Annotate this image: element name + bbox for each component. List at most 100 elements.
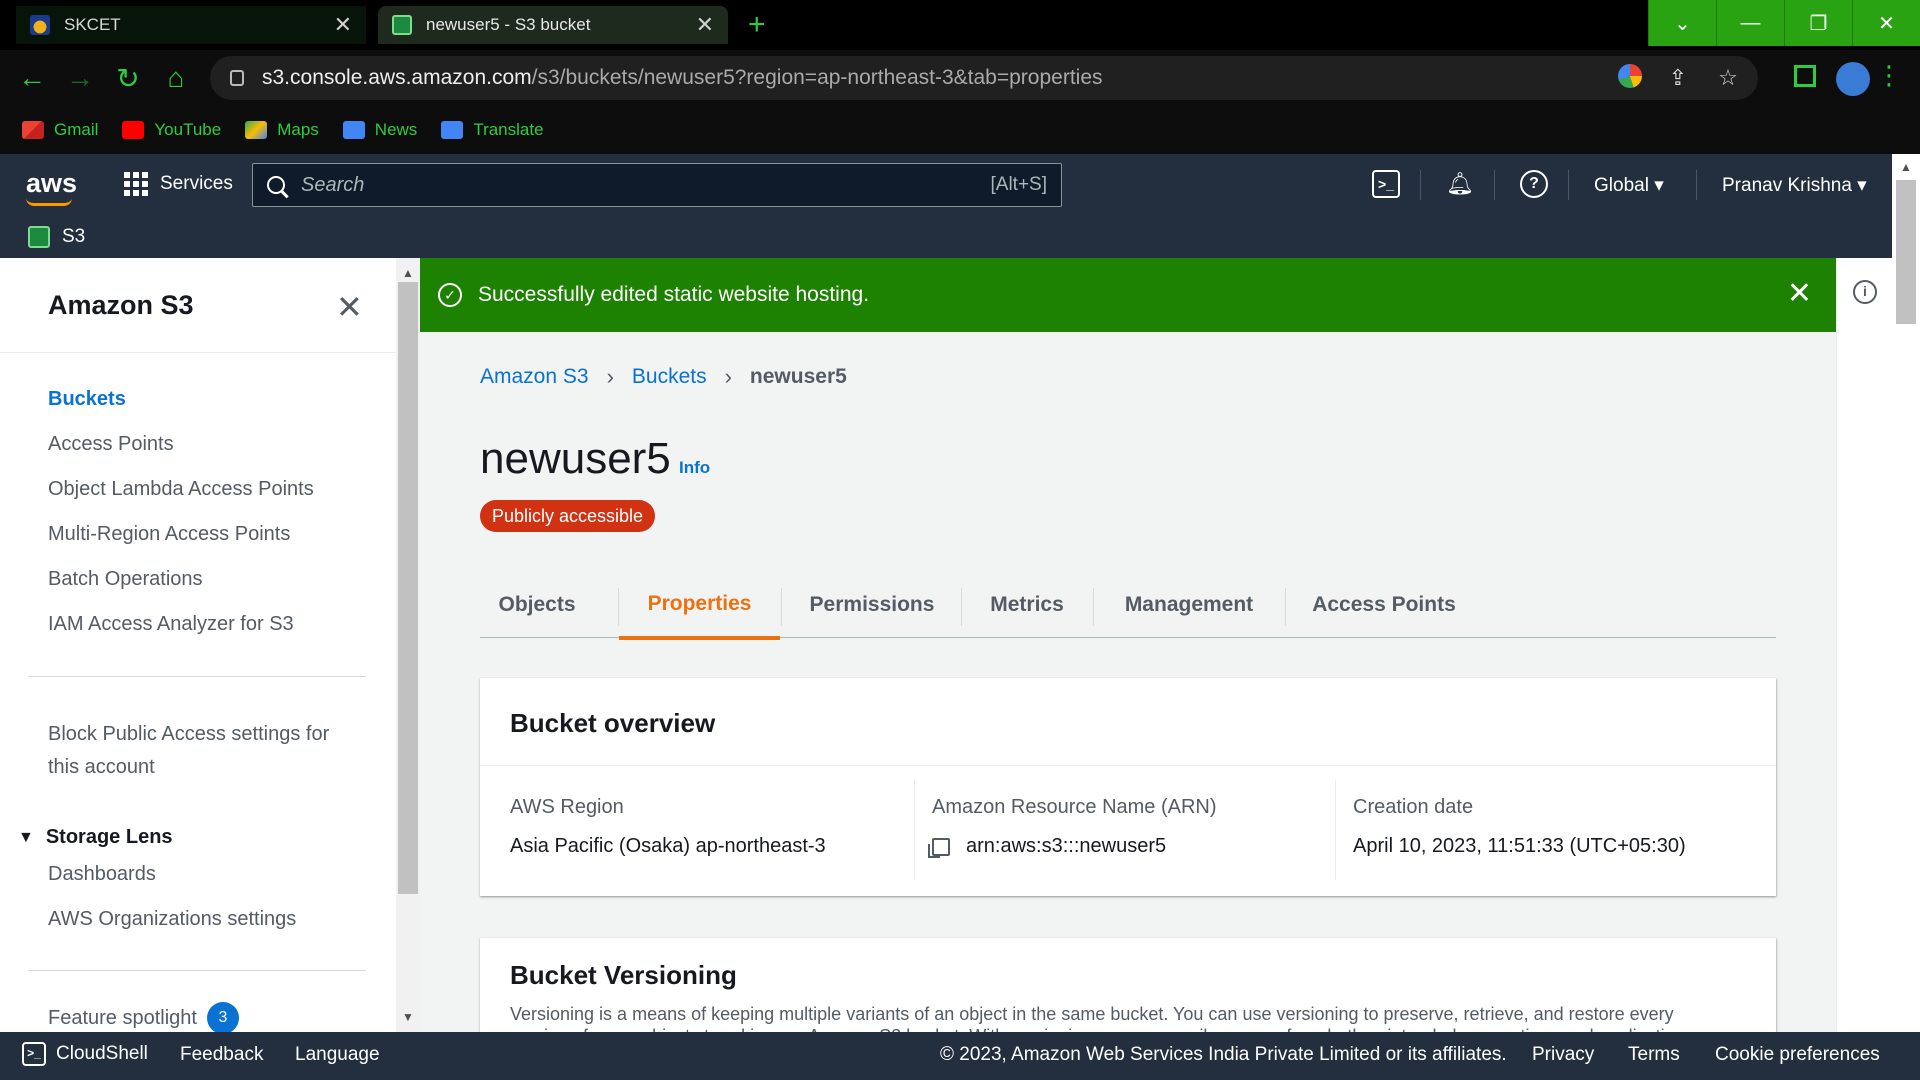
close-tab-icon[interactable]: ✕ bbox=[334, 12, 352, 38]
bookmark-star-icon[interactable]: ☆ bbox=[1714, 64, 1742, 92]
scroll-down-arrow-icon[interactable]: ▼ bbox=[402, 1010, 414, 1024]
browser-tab-s3[interactable]: newuser5 - S3 bucket ✕ bbox=[378, 6, 728, 44]
search-input[interactable] bbox=[301, 173, 991, 197]
feedback-link[interactable]: Feedback bbox=[180, 1044, 263, 1066]
sidebar-item-dashboards[interactable]: Dashboards bbox=[48, 863, 156, 886]
side-panel-icon[interactable] bbox=[1794, 65, 1816, 87]
bucket-tabs: Objects Properties Permissions Metrics M… bbox=[480, 572, 1776, 640]
browser-tab-skcet[interactable]: SKCET ✕ bbox=[16, 6, 366, 44]
storage-lens-section-toggle[interactable]: ▼ Storage Lens bbox=[18, 826, 173, 849]
browser-menu-icon[interactable]: ⋮ bbox=[1876, 60, 1902, 91]
close-window-icon[interactable]: ✕ bbox=[1852, 0, 1920, 46]
language-link[interactable]: Language bbox=[295, 1044, 380, 1066]
copy-icon[interactable] bbox=[928, 837, 950, 858]
sidebar-item-block-public-access[interactable]: Block Public Access settings for this acc… bbox=[48, 718, 329, 784]
header-divider bbox=[1568, 170, 1569, 200]
close-icon[interactable]: ✕ bbox=[336, 288, 363, 326]
restore-icon[interactable]: ❐ bbox=[1784, 0, 1852, 46]
services-label: Services bbox=[160, 173, 233, 194]
bucket-versioning-panel: Bucket Versioning Versioning is a means … bbox=[480, 938, 1776, 1032]
arn-value: arn:aws:s3:::newuser5 bbox=[966, 835, 1167, 857]
region-value: Asia Pacific (Osaka) ap-northeast-3 bbox=[510, 835, 826, 857]
tab-metrics[interactable]: Metrics bbox=[962, 572, 1092, 638]
dismiss-close-icon[interactable]: ✕ bbox=[1787, 276, 1812, 311]
sidebar-item-iam-access-analyzer[interactable]: IAM Access Analyzer for S3 bbox=[48, 613, 294, 636]
sidebar-item-object-lambda-access-points[interactable]: Object Lambda Access Points bbox=[48, 478, 314, 501]
cloudshell-icon[interactable]: >_ bbox=[1372, 170, 1400, 198]
creation-date-value: April 10, 2023, 11:51:33 (UTC+05:30) bbox=[1353, 835, 1686, 857]
search-shortcut-hint: [Alt+S] bbox=[990, 174, 1048, 195]
url-text: s3.console.aws.amazon.com/s3/buckets/new… bbox=[262, 66, 1103, 90]
flash-message: Successfully edited static website hosti… bbox=[478, 283, 870, 306]
home-icon[interactable]: ⌂ bbox=[158, 60, 194, 96]
side-nav-title[interactable]: Amazon S3 bbox=[48, 290, 194, 321]
bookmark-news[interactable]: News bbox=[342, 120, 417, 140]
terms-link[interactable]: Terms bbox=[1628, 1044, 1680, 1066]
scroll-up-arrow-icon[interactable]: ▲ bbox=[1900, 160, 1912, 174]
side-nav-scrollbar[interactable]: ▲ ▼ bbox=[396, 258, 420, 1032]
bookmark-label: YouTube bbox=[154, 120, 222, 139]
sidebar-item-access-points[interactable]: Access Points bbox=[48, 433, 174, 456]
close-tab-icon[interactable]: ✕ bbox=[696, 12, 714, 38]
header-divider bbox=[1696, 170, 1697, 200]
success-check-icon: ✓ bbox=[438, 283, 462, 307]
tab-objects[interactable]: Objects bbox=[480, 572, 594, 638]
minimize-icon[interactable]: — bbox=[1716, 0, 1784, 46]
back-arrow-icon[interactable]: ← bbox=[14, 60, 50, 96]
google-lens-icon[interactable]: G bbox=[1618, 64, 1642, 88]
breadcrumb-buckets[interactable]: Buckets bbox=[632, 365, 707, 389]
scrollbar-thumb[interactable] bbox=[398, 282, 418, 894]
notifications-bell-icon[interactable]: 🔔︎ bbox=[1446, 170, 1474, 198]
bookmark-translate[interactable]: Translate bbox=[441, 120, 544, 140]
scrollbar-thumb[interactable] bbox=[1896, 180, 1916, 324]
lock-icon[interactable] bbox=[230, 70, 244, 86]
address-bar[interactable]: s3.console.aws.amazon.com/s3/buckets/new… bbox=[210, 56, 1758, 100]
cookie-preferences-link[interactable]: Cookie preferences bbox=[1715, 1044, 1880, 1066]
sidebar-item-aws-organizations-settings[interactable]: AWS Organizations settings bbox=[48, 908, 296, 931]
bookmark-youtube[interactable]: YouTube bbox=[122, 120, 221, 140]
reload-icon[interactable]: ↻ bbox=[110, 60, 146, 96]
bookmark-maps[interactable]: Maps bbox=[245, 120, 319, 140]
versioning-description: Versioning is a means of keeping multipl… bbox=[510, 1004, 1685, 1032]
bookmark-label: Maps bbox=[277, 120, 319, 139]
tab-permissions[interactable]: Permissions bbox=[782, 572, 962, 638]
page-title: newuser5 bbox=[480, 434, 671, 483]
bookmark-gmail[interactable]: Gmail bbox=[22, 120, 98, 140]
share-icon[interactable]: ⇪ bbox=[1664, 64, 1692, 92]
address-bar-actions: G ⇪ ☆ bbox=[1618, 64, 1742, 92]
breadcrumb: Amazon S3 › Buckets › newuser5 bbox=[480, 364, 847, 390]
copyright-text: © 2023, Amazon Web Services India Privat… bbox=[940, 1044, 1507, 1065]
services-menu-button[interactable]: Services bbox=[124, 172, 233, 196]
caret-down-icon: ▼ bbox=[18, 828, 34, 846]
page-scrollbar[interactable]: ▲ bbox=[1892, 154, 1920, 1034]
info-link[interactable]: Info bbox=[679, 458, 710, 478]
sidebar-item-feature-spotlight[interactable]: Feature spotlight 3 bbox=[48, 1002, 239, 1032]
forward-arrow-icon[interactable]: → bbox=[62, 60, 98, 96]
sidebar-item-batch-operations[interactable]: Batch Operations bbox=[48, 568, 203, 591]
sidebar-item-buckets[interactable]: Buckets bbox=[48, 388, 126, 411]
browser-tab-strip: SKCET ✕ newuser5 - S3 bucket ✕ + ⌄ — ❐ ✕ bbox=[0, 0, 1920, 50]
aws-search-box[interactable]: [Alt+S] bbox=[252, 163, 1062, 207]
aws-logo[interactable]: aws bbox=[26, 168, 77, 206]
account-menu[interactable]: Pranav Krishna ▾ bbox=[1722, 174, 1867, 197]
scroll-up-arrow-icon[interactable]: ▲ bbox=[402, 266, 414, 280]
panel-heading: Bucket Versioning bbox=[510, 960, 737, 990]
youtube-icon bbox=[122, 121, 145, 139]
field-label: Amazon Resource Name (ARN) bbox=[932, 796, 1217, 818]
tab-management[interactable]: Management bbox=[1094, 572, 1284, 638]
new-tab-icon[interactable]: + bbox=[748, 8, 766, 42]
service-shortcut-s3[interactable]: S3 bbox=[62, 226, 85, 248]
aws-console-header: aws Services [Alt+S] >_ 🔔︎ ? Global ▾ Pr… bbox=[0, 154, 1892, 258]
tab-properties[interactable]: Properties bbox=[619, 572, 780, 640]
profile-avatar[interactable] bbox=[1836, 62, 1870, 96]
public-access-badge: Publicly accessible bbox=[480, 500, 656, 532]
tab-access-points[interactable]: Access Points bbox=[1286, 572, 1482, 638]
region-selector[interactable]: Global ▾ bbox=[1594, 174, 1664, 197]
tab-search-icon[interactable]: ⌄ bbox=[1648, 0, 1716, 46]
cloudshell-button[interactable]: >_ CloudShell bbox=[22, 1042, 148, 1066]
info-icon[interactable]: i bbox=[1853, 280, 1877, 304]
sidebar-item-multi-region-access-points[interactable]: Multi-Region Access Points bbox=[48, 523, 290, 546]
breadcrumb-amazon-s3[interactable]: Amazon S3 bbox=[480, 365, 589, 389]
privacy-link[interactable]: Privacy bbox=[1532, 1044, 1594, 1066]
help-icon[interactable]: ? bbox=[1520, 170, 1548, 198]
